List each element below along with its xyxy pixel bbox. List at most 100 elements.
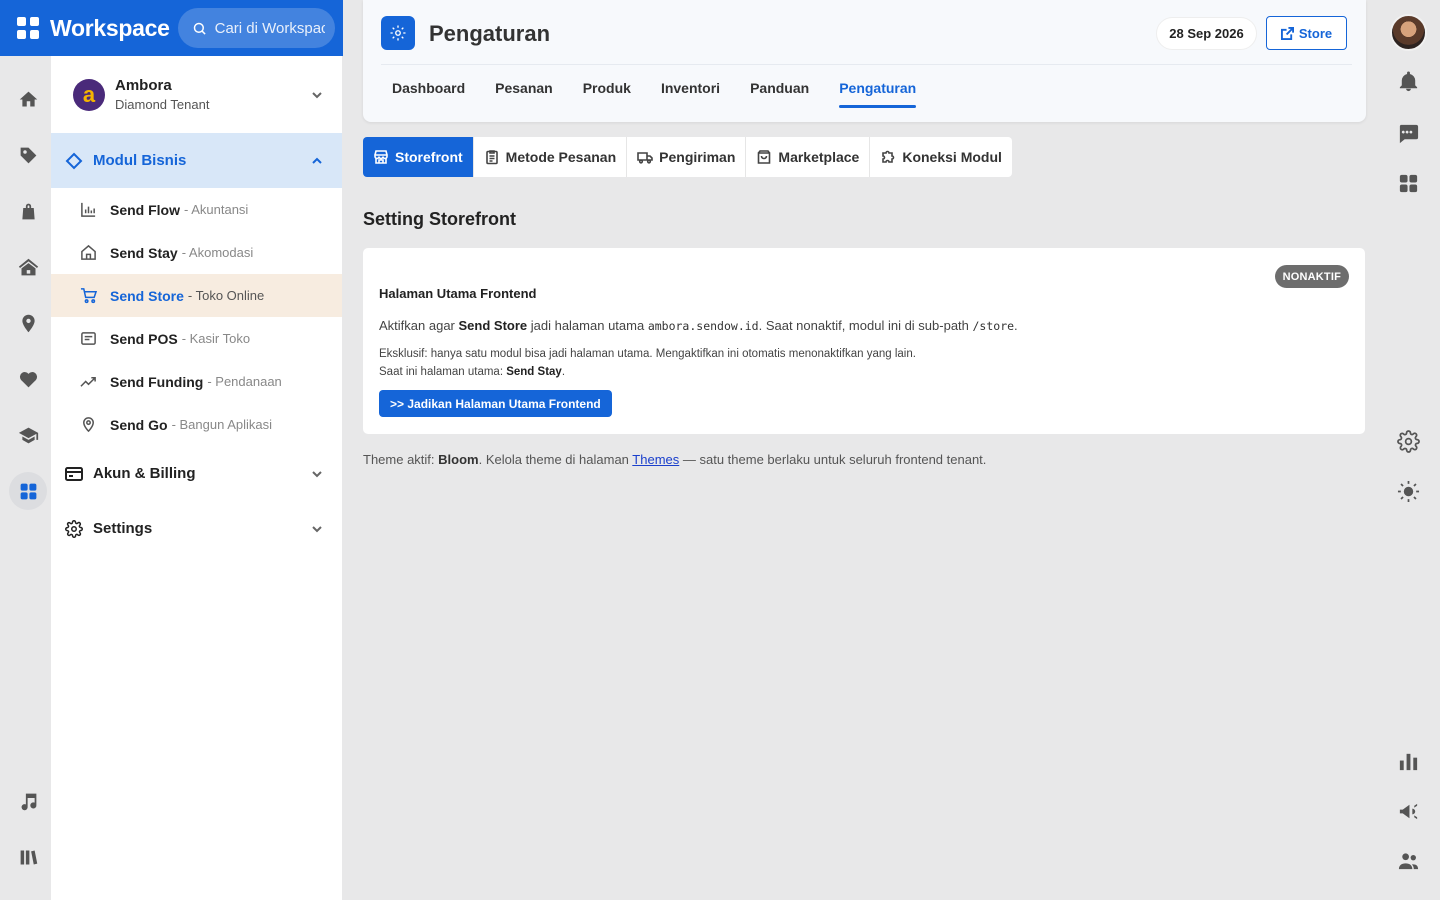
tenant-switcher[interactable]: a Ambora Diamond Tenant: [51, 56, 342, 133]
music-icon[interactable]: [9, 782, 47, 820]
card-title: Halaman Utama Frontend: [379, 286, 537, 301]
home-outline-icon: [80, 244, 98, 262]
subtab-storefront[interactable]: Storefront: [363, 137, 474, 177]
diamond-icon: [65, 152, 83, 170]
sidebar-item-send-funding[interactable]: Send Funding - Pendanaan: [51, 360, 342, 403]
item-desc: - Akomodasi: [181, 245, 254, 260]
chevron-up-icon[interactable]: [310, 154, 324, 168]
subtab-marketplace[interactable]: Marketplace: [746, 137, 871, 177]
external-link-icon: [1280, 26, 1294, 40]
subtab-label: Koneksi Modul: [902, 149, 1002, 165]
item-name: Send POS: [110, 330, 178, 347]
subtab-label: Storefront: [395, 149, 463, 165]
tenant-name: Ambora: [115, 77, 172, 94]
store-button-label: Store: [1298, 25, 1333, 41]
item-name: Send Funding: [110, 373, 204, 390]
library-icon[interactable]: [9, 838, 47, 876]
chat-icon[interactable]: [1396, 121, 1420, 145]
tab-pesanan[interactable]: Pesanan: [495, 80, 553, 108]
section-label: Modul Bisnis: [93, 152, 187, 169]
sidebar-item-send-stay[interactable]: Send Stay - Akomodasi: [51, 231, 342, 274]
brand-bar: Workspace: [0, 0, 343, 56]
subtab-metode-pesanan[interactable]: Metode Pesanan: [474, 137, 628, 177]
subtab-pengiriman[interactable]: Pengiriman: [627, 137, 747, 177]
subtab-label: Marketplace: [778, 149, 860, 165]
chart-icon: [80, 201, 98, 219]
chevron-down-icon[interactable]: [310, 467, 324, 481]
bell-icon[interactable]: [1396, 69, 1420, 93]
tab-pengaturan[interactable]: Pengaturan: [839, 80, 917, 108]
settings-gear-icon: [381, 16, 415, 50]
search-box[interactable]: [177, 8, 335, 48]
receipt-icon: [80, 330, 98, 348]
graduation-icon[interactable]: [9, 416, 47, 454]
clipboard-icon: [485, 150, 498, 165]
pin-icon[interactable]: [9, 304, 47, 342]
location-icon: [80, 416, 98, 434]
chevron-down-icon[interactable]: [310, 88, 324, 102]
section-title: Setting Storefront: [363, 209, 516, 229]
sun-icon[interactable]: [1396, 479, 1420, 503]
card-icon: [65, 465, 83, 483]
item-name: Send Flow: [110, 201, 180, 218]
apps-icon[interactable]: [9, 472, 47, 510]
status-badge: NONAKTIF: [1274, 265, 1349, 288]
heart-icon[interactable]: [9, 360, 47, 398]
gear-icon[interactable]: [1396, 429, 1420, 453]
tab-produk[interactable]: Produk: [583, 80, 631, 108]
puzzle-icon: [882, 150, 895, 163]
item-desc: - Toko Online: [187, 288, 265, 303]
house-icon[interactable]: [9, 248, 47, 286]
sidebar-item-send-go[interactable]: Send Go - Bangun Aplikasi: [51, 403, 342, 446]
store-button[interactable]: Store: [1266, 16, 1347, 50]
frontend-homepage-card: NONAKTIF Halaman Utama Frontend Aktifkan…: [363, 248, 1365, 434]
right-rail: [1386, 0, 1440, 900]
cart-icon: [80, 287, 98, 305]
subtab-koneksi-modul[interactable]: Koneksi Modul: [870, 137, 1012, 177]
item-desc: - Akuntansi: [184, 202, 249, 217]
card-exclusive-note: Eksklusif: hanya satu modul bisa jadi ha…: [379, 348, 916, 360]
bag-icon[interactable]: [9, 192, 47, 230]
themes-link[interactable]: Themes: [632, 452, 679, 467]
tab-dashboard[interactable]: Dashboard: [392, 80, 465, 108]
user-avatar[interactable]: [1390, 14, 1427, 51]
tag-icon[interactable]: [9, 136, 47, 174]
item-desc: - Pendanaan: [207, 374, 282, 389]
set-homepage-button[interactable]: >> Jadikan Halaman Utama Frontend: [379, 390, 612, 417]
sidebar-item-send-pos[interactable]: Send POS - Kasir Toko: [51, 317, 342, 360]
search-input[interactable]: [214, 19, 325, 37]
tenant-avatar: a: [73, 78, 105, 111]
section-modul-bisnis[interactable]: Modul Bisnis: [51, 133, 342, 188]
brand-name[interactable]: Workspace: [50, 15, 170, 42]
bar-chart-icon[interactable]: [1396, 749, 1420, 773]
gear-icon: [65, 519, 83, 538]
workspace-grid-icon[interactable]: [17, 17, 39, 39]
item-desc: - Bangun Aplikasi: [171, 417, 273, 432]
sidebar-item-send-flow[interactable]: Send Flow - Akuntansi: [51, 188, 342, 231]
page-header: Pengaturan 28 Sep 2026 Store Dashboard P…: [363, 0, 1366, 122]
home-icon[interactable]: [9, 80, 47, 118]
chevron-down-icon[interactable]: [310, 522, 324, 536]
item-name: Send Stay: [110, 244, 178, 261]
date-badge: 28 Sep 2026: [1156, 17, 1257, 50]
section-akun-billing[interactable]: Akun & Billing: [51, 446, 342, 501]
item-name: Send Store: [110, 287, 184, 304]
card-current-homepage: Saat ini halaman utama: Send Stay.: [379, 366, 566, 378]
tab-inventori[interactable]: Inventori: [661, 80, 720, 108]
subtab-label: Metode Pesanan: [505, 149, 617, 165]
tenant-tier: Diamond Tenant: [115, 97, 210, 112]
settings-subtabs: Storefront Metode Pesanan Pengiriman Mar…: [363, 137, 1012, 177]
tab-panduan[interactable]: Panduan: [750, 80, 809, 108]
shopping-bag-icon: [758, 150, 771, 164]
search-icon: [193, 22, 206, 35]
section-label: Settings: [93, 520, 153, 537]
storefront-icon: [374, 150, 388, 164]
item-name: Send Go: [110, 416, 168, 433]
section-settings[interactable]: Settings: [51, 501, 342, 556]
grid-icon[interactable]: [1396, 171, 1420, 195]
header-divider: [381, 64, 1352, 65]
users-icon[interactable]: [1396, 849, 1420, 873]
trending-up-icon: [80, 373, 98, 391]
sidebar-item-send-store[interactable]: Send Store - Toko Online: [51, 274, 342, 317]
megaphone-icon[interactable]: [1396, 799, 1420, 823]
